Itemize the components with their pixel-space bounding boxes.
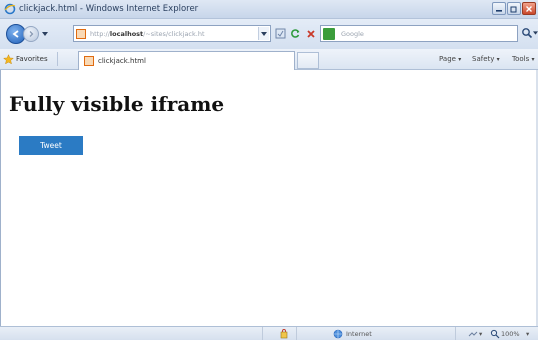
refresh-button[interactable] bbox=[289, 27, 302, 40]
internet-globe-icon bbox=[333, 329, 343, 339]
google-logo-icon bbox=[323, 27, 335, 40]
zoom-level[interactable]: 100% bbox=[501, 330, 520, 338]
forward-button[interactable] bbox=[23, 26, 39, 42]
window-controls bbox=[492, 2, 536, 15]
favorites-star-icon bbox=[3, 53, 14, 64]
search-input[interactable]: Google bbox=[320, 25, 518, 42]
address-field[interactable]: http://localhost/~sites/clickjack.ht bbox=[73, 25, 271, 42]
search-placeholder: Google bbox=[341, 29, 364, 38]
compatibility-view-button[interactable] bbox=[274, 27, 287, 40]
status-divider bbox=[296, 327, 297, 340]
compatibility-status-icon[interactable] bbox=[468, 329, 478, 339]
chevron-down-icon: ▾ bbox=[531, 56, 535, 63]
back-arrow-icon bbox=[12, 30, 19, 38]
recent-pages-dropdown[interactable] bbox=[41, 29, 49, 39]
search-icon[interactable] bbox=[521, 27, 533, 39]
restore-button[interactable] bbox=[507, 2, 521, 15]
address-dropdown[interactable] bbox=[258, 27, 269, 40]
status-bar: Internet ▾ 100% ▾ bbox=[0, 326, 538, 340]
stop-button[interactable] bbox=[304, 27, 317, 40]
chevron-down-icon: ▾ bbox=[479, 330, 483, 338]
stop-icon bbox=[306, 29, 315, 38]
tweet-button[interactable]: Tweet bbox=[19, 136, 83, 155]
page-heading: Fully visible iframe bbox=[9, 92, 225, 116]
restore-icon bbox=[510, 6, 517, 12]
status-divider bbox=[455, 327, 456, 340]
zoom-icon bbox=[490, 329, 500, 339]
page-icon bbox=[84, 56, 94, 66]
page-icon bbox=[76, 28, 86, 39]
new-tab-button[interactable] bbox=[297, 52, 319, 69]
close-button[interactable] bbox=[522, 2, 536, 15]
navigation-bar: http://localhost/~sites/clickjack.ht Goo… bbox=[0, 19, 538, 49]
favorites-bar: Favorites clickjack.html Page ▾ Safety ▾… bbox=[0, 49, 538, 70]
favorites-button[interactable]: Favorites bbox=[16, 55, 48, 63]
minimize-icon bbox=[496, 9, 502, 12]
security-zone-label[interactable]: Internet bbox=[346, 330, 372, 338]
chevron-down-icon bbox=[261, 31, 267, 36]
chevron-down-icon: ▾ bbox=[458, 56, 462, 63]
search-options-dropdown[interactable] bbox=[533, 30, 538, 36]
toolbar-divider bbox=[56, 52, 58, 66]
forward-arrow-icon bbox=[29, 31, 34, 37]
safety-menu[interactable]: Safety ▾ bbox=[472, 55, 500, 63]
tab-label: clickjack.html bbox=[98, 57, 146, 65]
chevron-down-icon: ▾ bbox=[496, 56, 500, 63]
chevron-down-icon[interactable]: ▾ bbox=[526, 330, 529, 338]
tab-clickjack[interactable]: clickjack.html bbox=[78, 51, 295, 70]
window-title: clickjack.html - Windows Internet Explor… bbox=[19, 4, 199, 14]
page-menu[interactable]: Page ▾ bbox=[439, 55, 461, 63]
address-url: http://localhost/~sites/clickjack.ht bbox=[90, 29, 205, 38]
page-content: Fully visible iframe Tweet bbox=[0, 70, 538, 326]
compatibility-icon bbox=[275, 28, 286, 39]
tools-menu[interactable]: Tools ▾ bbox=[512, 55, 535, 63]
close-icon bbox=[526, 5, 532, 12]
ie-logo-icon bbox=[4, 3, 16, 15]
protected-mode-icon bbox=[280, 329, 288, 339]
status-divider bbox=[262, 327, 263, 340]
title-bar: clickjack.html - Windows Internet Explor… bbox=[0, 0, 538, 19]
minimize-button[interactable] bbox=[492, 2, 506, 15]
chevron-down-icon bbox=[42, 32, 48, 36]
refresh-icon bbox=[291, 29, 300, 38]
